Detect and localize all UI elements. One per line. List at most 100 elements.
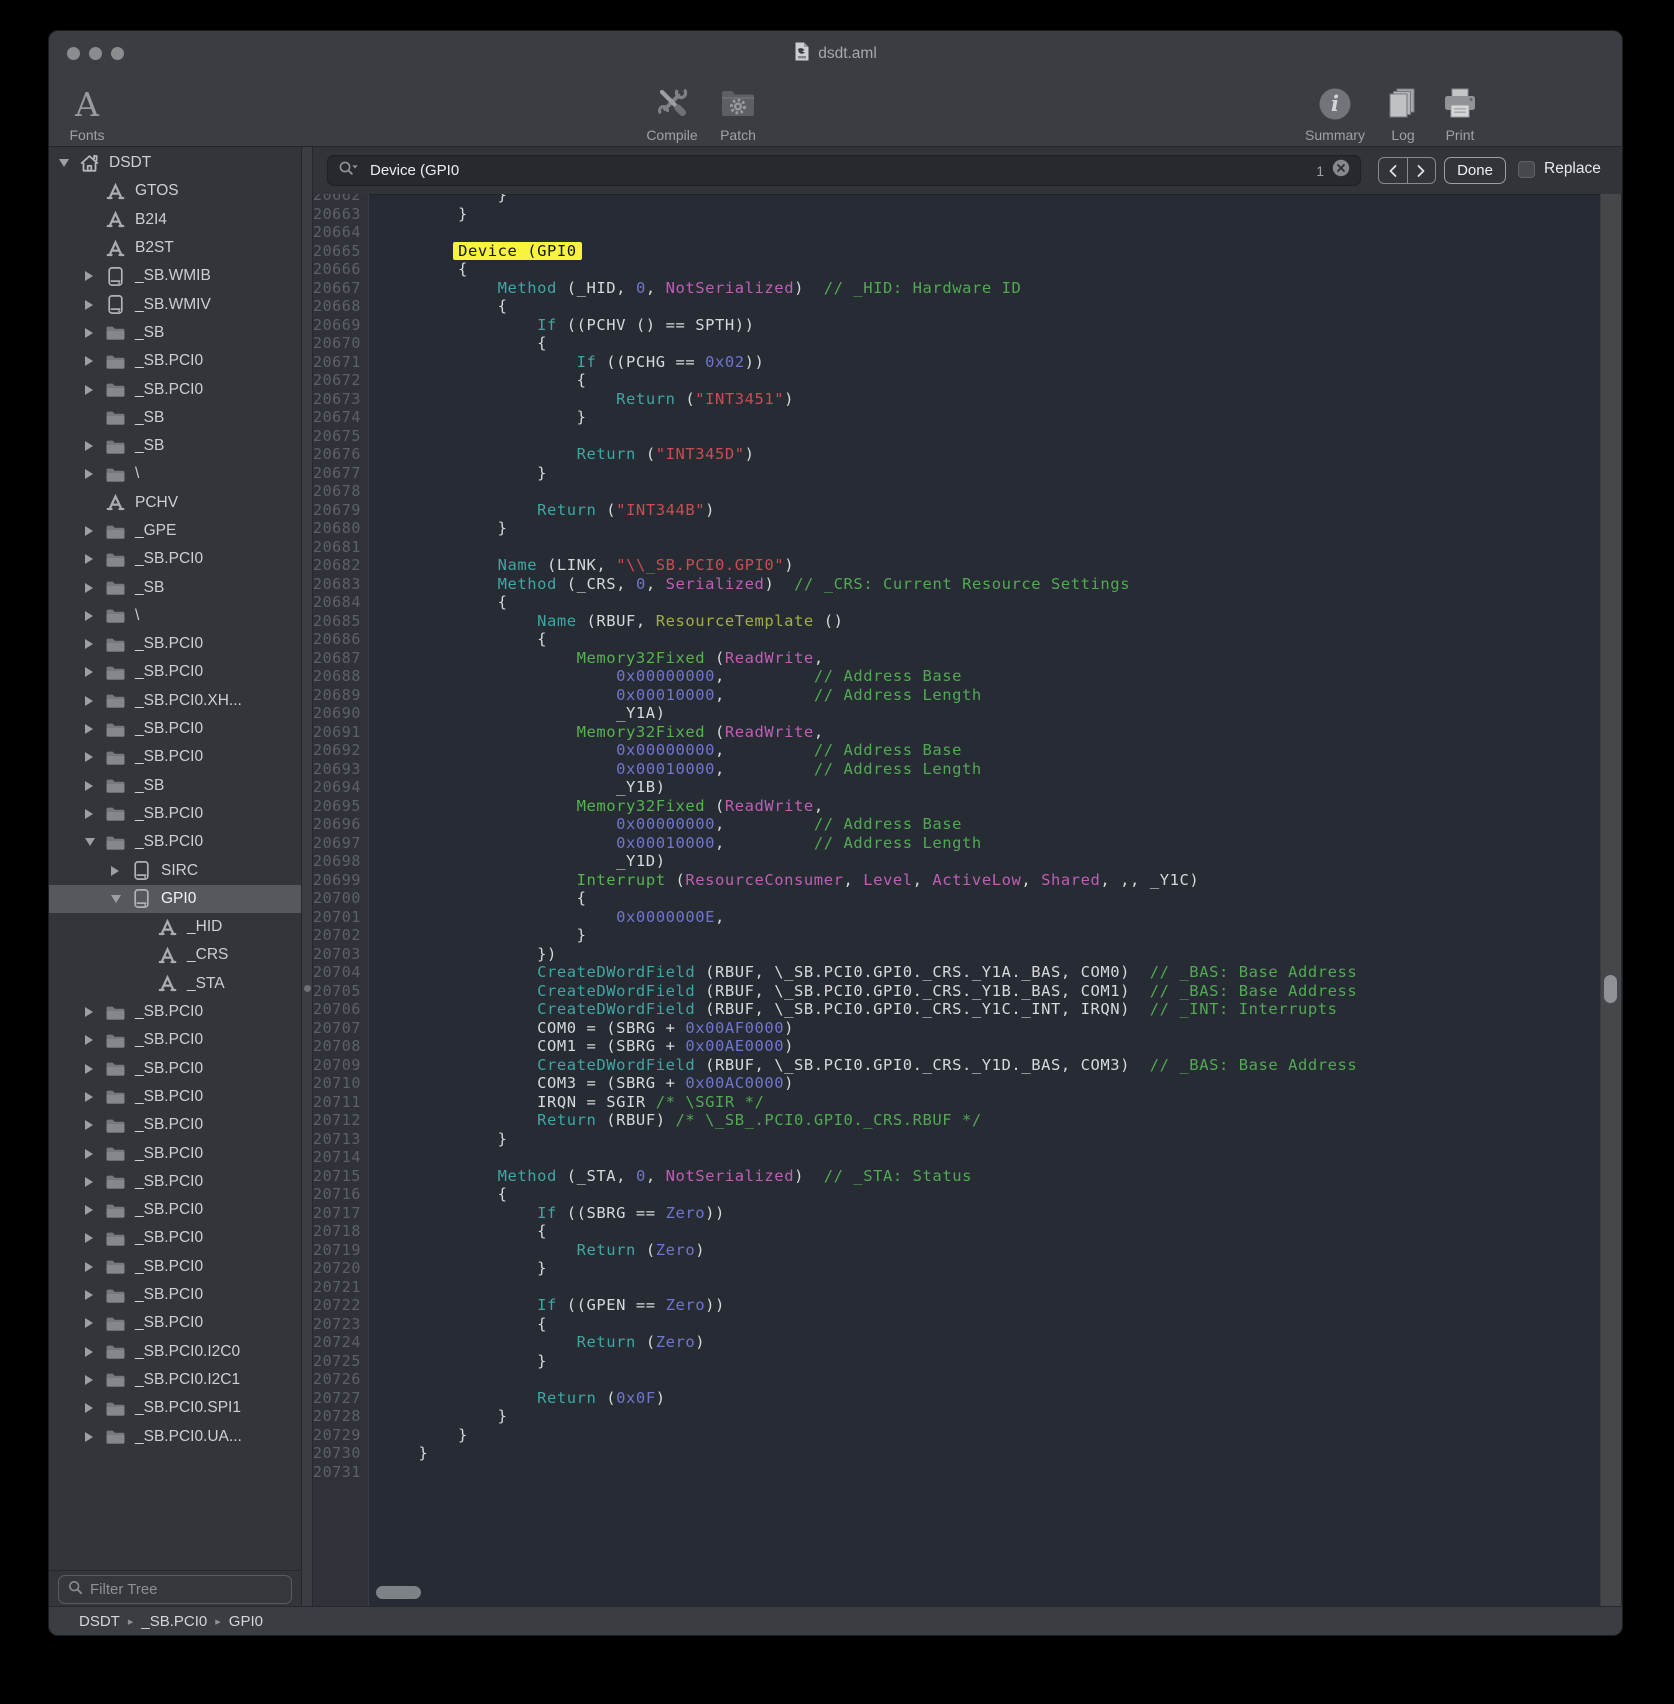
- tree-item[interactable]: _SB.PCI0: [49, 828, 301, 856]
- code-line[interactable]: 20684 {: [313, 593, 1622, 612]
- code-line[interactable]: 20677 }: [313, 464, 1622, 483]
- code-line[interactable]: 20704 CreateDWordField (RBUF, \_SB.PCI0.…: [313, 963, 1622, 982]
- tree-item[interactable]: _SB.PCI0.I2C0: [49, 1337, 301, 1365]
- tree-item[interactable]: \: [49, 602, 301, 630]
- disclosure-triangle-icon[interactable]: [85, 441, 104, 451]
- code-line[interactable]: 20711 IRQN = SGIR /* \SGIR */: [313, 1093, 1622, 1112]
- tree-item[interactable]: _SB.PCI0: [49, 347, 301, 375]
- disclosure-triangle-icon[interactable]: [111, 866, 130, 876]
- disclosure-triangle-icon[interactable]: [85, 356, 104, 366]
- code-line[interactable]: 20714: [313, 1148, 1622, 1167]
- disclosure-triangle-icon[interactable]: [85, 526, 104, 536]
- disclosure-triangle-icon[interactable]: [85, 1403, 104, 1413]
- tree-item[interactable]: _SB.PCI0: [49, 998, 301, 1026]
- tree-item[interactable]: _SB.WMIB: [49, 262, 301, 290]
- tree-item[interactable]: _SB: [49, 319, 301, 347]
- tree-item[interactable]: _GPE: [49, 517, 301, 545]
- code-line[interactable]: 20701 0x0000000E,: [313, 908, 1622, 927]
- disclosure-triangle-icon[interactable]: [85, 1233, 104, 1243]
- code-line[interactable]: 20708 COM1 = (SBRG + 0x00AE0000): [313, 1037, 1622, 1056]
- code-line[interactable]: 20687 Memory32Fixed (ReadWrite,: [313, 649, 1622, 668]
- done-button[interactable]: Done: [1444, 157, 1506, 184]
- code-line[interactable]: 20719 Return (Zero): [313, 1241, 1622, 1260]
- code-line[interactable]: 20700 {: [313, 889, 1622, 908]
- code-line[interactable]: 20729 }: [313, 1426, 1622, 1445]
- disclosure-triangle-icon[interactable]: [85, 1035, 104, 1045]
- breadcrumb-item[interactable]: DSDT: [79, 1613, 120, 1630]
- tree-item[interactable]: B2I4: [49, 206, 301, 234]
- code-line[interactable]: 20703 }): [313, 945, 1622, 964]
- code-line[interactable]: 20698 _Y1D): [313, 852, 1622, 871]
- disclosure-triangle-icon[interactable]: [85, 838, 104, 846]
- find-input[interactable]: Device (GPI0 1: [327, 155, 1361, 186]
- code-line[interactable]: 20668 {: [313, 297, 1622, 316]
- code-line[interactable]: 20670 {: [313, 334, 1622, 353]
- title-bar[interactable]: dsdt.aml: [49, 31, 1622, 76]
- code-line[interactable]: 20727 Return (0x0F): [313, 1389, 1622, 1408]
- code-editor[interactable]: 20662 }20663 }2066420665 Device (GPI0206…: [313, 194, 1622, 1607]
- code-line[interactable]: 20665 Device (GPI0: [313, 242, 1622, 261]
- tree-item[interactable]: _SB: [49, 432, 301, 460]
- code-line[interactable]: 20702 }: [313, 926, 1622, 945]
- code-line[interactable]: 20696 0x00000000, // Address Base: [313, 815, 1622, 834]
- search-menu-icon[interactable]: [338, 160, 362, 181]
- document-icon[interactable]: [794, 42, 810, 66]
- tree-item[interactable]: PCHV: [49, 489, 301, 517]
- code-line[interactable]: 20717 If ((SBRG == Zero)): [313, 1204, 1622, 1223]
- disclosure-triangle-icon[interactable]: [85, 1262, 104, 1272]
- disclosure-triangle-icon[interactable]: [85, 1120, 104, 1130]
- tree-item[interactable]: DSDT: [49, 149, 301, 177]
- disclosure-triangle-icon[interactable]: [85, 1290, 104, 1300]
- disclosure-triangle-icon[interactable]: [85, 1149, 104, 1159]
- code-line[interactable]: 20723 {: [313, 1315, 1622, 1334]
- code-line[interactable]: 20725 }: [313, 1352, 1622, 1371]
- code-line[interactable]: 20720 }: [313, 1259, 1622, 1278]
- find-previous-button[interactable]: [1379, 158, 1408, 183]
- code-line[interactable]: 20686 {: [313, 630, 1622, 649]
- code-line[interactable]: 20667 Method (_HID, 0, NotSerialized) //…: [313, 279, 1622, 298]
- pane-splitter[interactable]: [301, 147, 313, 1607]
- disclosure-triangle-icon[interactable]: [85, 1007, 104, 1017]
- code-line[interactable]: 20716 {: [313, 1185, 1622, 1204]
- code-line[interactable]: 20710 COM3 = (SBRG + 0x00AC0000): [313, 1074, 1622, 1093]
- code-line[interactable]: 20666 {: [313, 260, 1622, 279]
- tree-item[interactable]: _SB.PCI0: [49, 1168, 301, 1196]
- disclosure-triangle-icon[interactable]: [59, 159, 78, 167]
- tree-item[interactable]: _SB: [49, 404, 301, 432]
- code-line[interactable]: 20675: [313, 427, 1622, 446]
- code-line[interactable]: 20690 _Y1A): [313, 704, 1622, 723]
- tree-item[interactable]: _SB.PCI0.XH...: [49, 687, 301, 715]
- code-line[interactable]: 20728 }: [313, 1407, 1622, 1426]
- disclosure-triangle-icon[interactable]: [85, 752, 104, 762]
- filter-tree-input[interactable]: Filter Tree: [58, 1575, 292, 1604]
- clear-search-icon[interactable]: [1332, 159, 1350, 182]
- code-line[interactable]: 20692 0x00000000, // Address Base: [313, 741, 1622, 760]
- tree-item[interactable]: _SB.PCI0.I2C1: [49, 1366, 301, 1394]
- code-line[interactable]: 20721: [313, 1278, 1622, 1297]
- tree-item[interactable]: _SB.PCI0: [49, 545, 301, 573]
- code-line[interactable]: 20671 If ((PCHG == 0x02)): [313, 353, 1622, 372]
- disclosure-triangle-icon[interactable]: [85, 1064, 104, 1074]
- disclosure-triangle-icon[interactable]: [85, 639, 104, 649]
- disclosure-triangle-icon[interactable]: [85, 1375, 104, 1385]
- disclosure-triangle-icon[interactable]: [111, 895, 130, 903]
- tree-item[interactable]: _SB.PCI0: [49, 1139, 301, 1167]
- tree-item[interactable]: _SB.PCI0: [49, 743, 301, 771]
- print-button[interactable]: Print: [1418, 77, 1502, 143]
- tree-item[interactable]: _SB.PCI0.UA...: [49, 1422, 301, 1450]
- code-line[interactable]: 20662 }: [313, 194, 1622, 205]
- code-line[interactable]: 20689 0x00010000, // Address Length: [313, 686, 1622, 705]
- code-line[interactable]: 20715 Method (_STA, 0, NotSerialized) //…: [313, 1167, 1622, 1186]
- tree-item[interactable]: _SB: [49, 772, 301, 800]
- tree-item[interactable]: _SB: [49, 573, 301, 601]
- disclosure-triangle-icon[interactable]: [85, 781, 104, 791]
- vertical-scrollbar[interactable]: [1600, 194, 1621, 1607]
- disclosure-triangle-icon[interactable]: [85, 667, 104, 677]
- code-line[interactable]: 20713 }: [313, 1130, 1622, 1149]
- vertical-scrollbar-thumb[interactable]: [1604, 975, 1617, 1003]
- disclosure-triangle-icon[interactable]: [85, 328, 104, 338]
- breadcrumb-item[interactable]: GPI0: [229, 1613, 263, 1630]
- code-line[interactable]: 20697 0x00010000, // Address Length: [313, 834, 1622, 853]
- code-line[interactable]: 20706 CreateDWordField (RBUF, \_SB.PCI0.…: [313, 1000, 1622, 1019]
- code-line[interactable]: 20676 Return ("INT345D"): [313, 445, 1622, 464]
